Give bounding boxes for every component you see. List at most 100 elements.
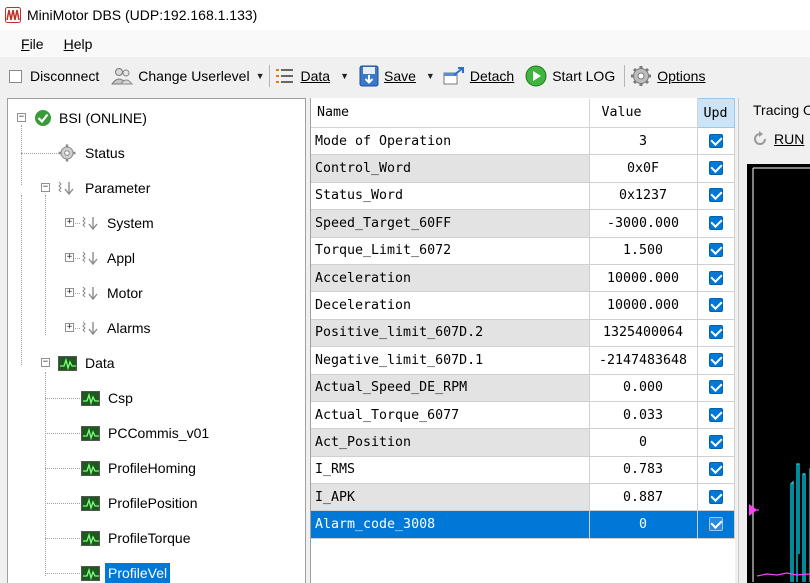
table-row[interactable]: Torque_Limit_6072 1.500	[311, 237, 735, 265]
tree-node-alarms[interactable]: Alarms	[80, 317, 154, 339]
table-row[interactable]: Actual_Speed_DE_RPM 0.000	[311, 374, 735, 402]
param-name: Torque_Limit_6072	[311, 237, 590, 265]
table-row[interactable]: I_APK 0.887	[311, 483, 735, 512]
tree-node-profilevel[interactable]: ProfileVel	[81, 562, 171, 583]
tree-line	[45, 573, 80, 574]
scope-icon	[58, 355, 77, 371]
tree-node-status[interactable]: Status	[58, 142, 128, 164]
update-cell	[697, 319, 735, 348]
param-value[interactable]: 0	[589, 428, 698, 457]
update-checkbox[interactable]	[708, 188, 723, 203]
param-name: Actual_Torque_6077	[311, 401, 590, 430]
device-tree[interactable]: − BSI (ONLINE) Status − Parameter + Syst…	[7, 98, 306, 583]
table-row[interactable]: Deceleration 10000.000	[311, 291, 735, 320]
column-header-upd[interactable]: Upd	[696, 98, 735, 128]
param-value[interactable]: 1325400064	[589, 319, 698, 348]
update-checkbox[interactable]	[708, 407, 723, 422]
param-value[interactable]: 1.500	[589, 237, 698, 265]
update-checkbox[interactable]	[708, 270, 723, 285]
update-checkbox[interactable]	[708, 489, 723, 504]
start-log-button[interactable]: Start LOG	[525, 62, 615, 90]
app-icon	[5, 7, 21, 23]
chevron-down-icon[interactable]: ▼	[340, 71, 349, 81]
tree-node-appl[interactable]: Appl	[80, 247, 138, 269]
param-value[interactable]: 10000.000	[589, 264, 698, 293]
tree-node-parameter[interactable]: Parameter	[56, 177, 153, 199]
save-button[interactable]: Save ▼	[359, 62, 435, 90]
expand-icon[interactable]: +	[65, 323, 74, 332]
param-value[interactable]: 0.033	[589, 401, 698, 430]
expand-icon[interactable]: +	[65, 253, 74, 262]
table-row[interactable]: Positive_limit_607D.2 1325400064	[311, 319, 735, 348]
expand-icon[interactable]: +	[65, 218, 74, 227]
users-icon	[111, 68, 134, 85]
detach-button[interactable]: Detach	[443, 62, 514, 90]
tree-node-pccommis[interactable]: PCCommis_v01	[81, 422, 212, 444]
menu-help-mnemonic: H	[63, 35, 74, 52]
data-list-icon	[276, 69, 294, 83]
tree-node-label: Csp	[108, 390, 133, 406]
tree-node-label: ProfileVel	[105, 563, 171, 583]
scope-icon	[81, 495, 100, 511]
column-header-name[interactable]: Name	[311, 98, 590, 128]
chevron-down-icon[interactable]: ▼	[256, 71, 265, 81]
menu-help[interactable]: Help	[64, 34, 93, 54]
options-button[interactable]: Options	[630, 62, 705, 90]
column-header-value[interactable]: Value	[589, 98, 698, 128]
table-row[interactable]: Speed_Target_60FF -3000.000	[311, 209, 735, 238]
param-value[interactable]: -3000.000	[589, 209, 698, 238]
param-value[interactable]: 0x1237	[589, 182, 698, 211]
tree-node-label: Data	[85, 355, 115, 371]
tree-node-system[interactable]: System	[80, 212, 157, 234]
run-button[interactable]: RUN	[751, 130, 804, 148]
collapse-icon[interactable]: −	[41, 358, 50, 367]
tree-node-profileposition[interactable]: ProfilePosition	[81, 492, 201, 514]
param-value[interactable]: -2147483648	[589, 346, 698, 375]
tree-node-data[interactable]: Data	[58, 352, 118, 374]
tree-node-motor[interactable]: Motor	[80, 282, 146, 304]
param-value[interactable]: 0.783	[589, 456, 698, 485]
collapse-icon[interactable]: −	[41, 183, 50, 192]
table-row[interactable]: Act_Position 0	[311, 428, 735, 457]
update-checkbox[interactable]	[708, 380, 723, 395]
tree-node-profilehoming[interactable]: ProfileHoming	[81, 457, 199, 479]
update-checkbox[interactable]	[708, 161, 723, 176]
data-button[interactable]: Data ▼	[275, 62, 349, 90]
chevron-down-icon[interactable]: ▼	[426, 71, 435, 81]
parameter-grid[interactable]: Name Value Upd Mode of Operation 3 Control…	[310, 98, 735, 583]
param-value[interactable]: 0x0F	[589, 154, 698, 183]
tree-node-profiletorque[interactable]: ProfileTorque	[81, 527, 194, 549]
update-checkbox[interactable]	[708, 462, 723, 477]
table-row[interactable]: Actual_Torque_6077 0.033	[311, 401, 735, 430]
change-userlevel-button[interactable]: Change Userlevel ▼	[111, 62, 264, 90]
table-row[interactable]: I_RMS 0.783	[311, 456, 735, 485]
update-checkbox[interactable]	[708, 434, 723, 449]
param-value[interactable]: 0.887	[589, 483, 698, 512]
table-row[interactable]: Status_Word 0x1237	[311, 182, 735, 211]
update-checkbox[interactable]	[708, 352, 723, 367]
table-row[interactable]: Control_Word 0x0F	[311, 154, 735, 183]
param-value[interactable]: 0.000	[589, 374, 698, 402]
expand-icon[interactable]: +	[65, 288, 74, 297]
param-value[interactable]: 10000.000	[589, 291, 698, 320]
disconnect-button[interactable]: Disconnect	[9, 62, 99, 90]
toolbar: Disconnect Change Userlevel ▼ Data ▼ Sav…	[0, 58, 810, 94]
update-checkbox[interactable]	[708, 133, 723, 148]
tree-node-csp[interactable]: Csp	[81, 387, 136, 409]
update-checkbox[interactable]	[708, 215, 723, 230]
menu-file[interactable]: File	[21, 34, 44, 54]
save-icon	[359, 65, 379, 87]
collapse-icon[interactable]: −	[17, 113, 26, 122]
tree-node-bsi[interactable]: BSI (ONLINE)	[34, 107, 150, 129]
table-row[interactable]: Alarm_code_3008 0	[311, 510, 735, 539]
table-row[interactable]: Negative_limit_607D.1 -2147483648	[311, 346, 735, 375]
table-row[interactable]: Acceleration 10000.000	[311, 264, 735, 293]
update-checkbox[interactable]	[708, 298, 723, 313]
param-value[interactable]: 3	[589, 127, 698, 156]
param-name: Status_Word	[311, 182, 590, 211]
update-checkbox[interactable]	[708, 325, 723, 340]
update-checkbox[interactable]	[708, 517, 723, 532]
update-checkbox[interactable]	[708, 243, 723, 258]
param-value[interactable]: 0	[589, 510, 698, 539]
table-row[interactable]: Mode of Operation 3	[311, 127, 735, 156]
